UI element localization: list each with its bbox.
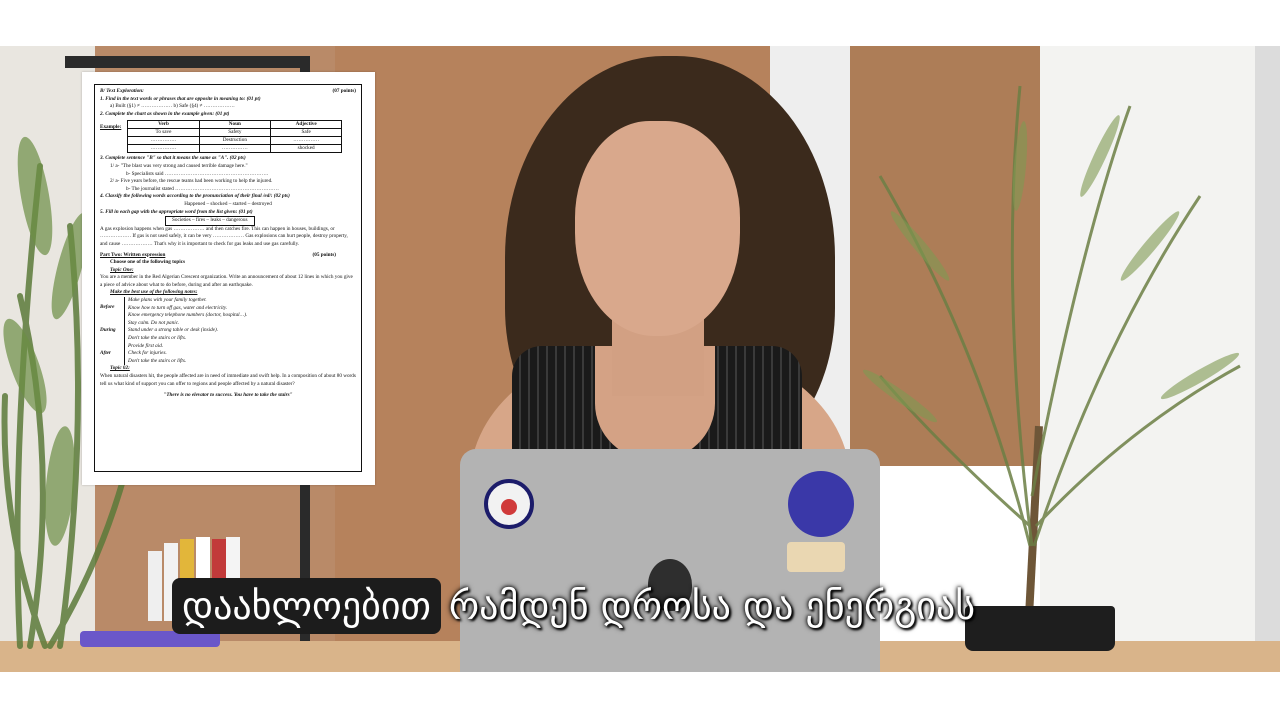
doc-notes-after: After Provide first aid. Check for injur… — [100, 342, 187, 366]
table-header: Noun — [198, 120, 271, 130]
doc-q3: 3. Complete sentence "B" so that it mean… — [100, 155, 246, 162]
doc-topic-two: Topic 02: — [110, 365, 130, 372]
subtitle-caption: დაახლოებით რამდენ დროსა და ენერგიას — [172, 578, 975, 634]
caption-text: რამდენ დროსა და ენერგიას — [448, 584, 976, 628]
table-cell: Destruction — [198, 136, 271, 146]
doc-q5-text: A gas explosion happens when gas ……………… … — [100, 225, 348, 247]
table-cell: …………… — [127, 144, 200, 154]
doc-part-two-points: (05 points) — [312, 251, 337, 258]
doc-q5: 5. Fill in each gap with the appropriate… — [100, 208, 253, 215]
laptop-sticker-round — [484, 479, 534, 529]
doc-topic-one-text: You are a member in the Red Algerian Cre… — [100, 274, 353, 288]
doc-quote: "There is no elevator to success. You ha… — [163, 392, 293, 399]
doc-q5-box: Societies – fires – leaks – dangerous — [165, 216, 255, 226]
table-header: Adjective — [269, 120, 343, 130]
doc-part-two: Part Two: Written expression — [100, 251, 166, 258]
laptop-sticker-label — [787, 542, 845, 572]
doc-notes-before: Before Make plans with your family toget… — [100, 297, 248, 320]
caption-highlighted-word: დაახლოებით — [172, 578, 441, 634]
doc-q3-1a: 1/ a- "The blast was very strong and cau… — [110, 162, 248, 169]
laptop — [460, 449, 880, 672]
exam-document-overlay: B/ Text Exploration: (07 points) 1. Find… — [82, 72, 375, 485]
table-cell: Safe — [269, 128, 343, 138]
doc-notes-during: During Stay calm. Do not panic. Stand un… — [100, 319, 219, 343]
doc-chart-table: Verb Noun Adjective To save Safety Safe … — [127, 120, 343, 154]
doc-choose: Choose one of the following topics — [110, 259, 186, 266]
exam-document: B/ Text Exploration: (07 points) 1. Find… — [94, 84, 362, 472]
doc-topic-two-text: When natural disasters hit, the people a… — [100, 373, 356, 387]
laptop-sticker-blue — [788, 471, 854, 537]
table-cell: shocked — [269, 144, 343, 154]
doc-q2: 2. Complete the chart as shown in the ex… — [100, 110, 230, 117]
table-cell: To save — [127, 128, 200, 138]
doc-q3-2a: 2/ a- Five years before, the rescue team… — [110, 178, 273, 185]
doc-section-points: (07 points) — [332, 88, 357, 94]
doc-q4: 4. Classify the following words accordin… — [100, 193, 290, 200]
table-cell: …………… — [127, 136, 200, 146]
doc-section-title: B/ Text Exploration: — [100, 88, 144, 94]
table-cell: Safety — [198, 128, 271, 138]
presenter-face — [575, 121, 740, 336]
doc-q1-items: a) Built (§1) ≠ ……………… b) Safe (§4) ≠ ……… — [110, 103, 235, 110]
table-cell: …………… — [198, 144, 271, 154]
doc-q4-words: Happened – shocked – started – destroyed — [184, 200, 272, 207]
doc-q2-example: Example: — [100, 124, 122, 131]
table-cell: …………… — [269, 136, 343, 146]
doc-notes-title: Make the best use of the following notes… — [110, 289, 198, 296]
table-header: Verb — [127, 120, 200, 130]
